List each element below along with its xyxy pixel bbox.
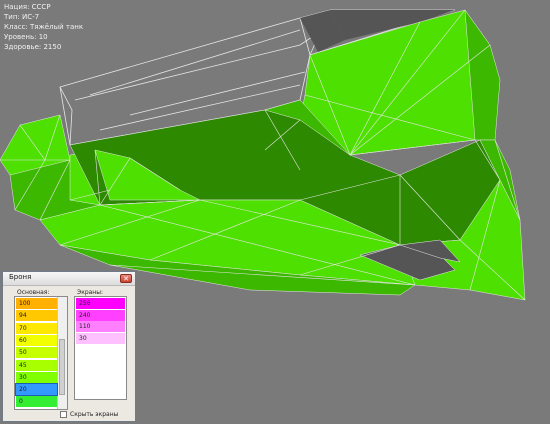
hide-screens-label: Скрыть экраны xyxy=(70,411,119,418)
base-armor-list[interactable]: 100 94 70 60 50 45 30 20 0 xyxy=(14,296,68,410)
base-armor-item[interactable]: 45 xyxy=(16,359,57,371)
base-list-scroll-thumb[interactable] xyxy=(59,339,65,395)
level-text: Уровень: 10 xyxy=(4,33,48,41)
screens-armor-label: Экраны: xyxy=(77,289,103,296)
health-text: Здоровье: 2150 xyxy=(4,43,62,51)
screen-armor-item[interactable]: 256 xyxy=(76,298,125,309)
base-armor-item[interactable]: 50 xyxy=(16,347,57,359)
close-button[interactable]: ✕ xyxy=(120,274,132,283)
base-armor-item[interactable]: 94 xyxy=(16,310,57,322)
armor-window-title: Броня xyxy=(9,273,32,281)
close-icon: ✕ xyxy=(123,275,129,283)
base-list-scrollbar[interactable] xyxy=(57,297,67,409)
screen-armor-item[interactable]: 240 xyxy=(76,309,125,321)
screen-armor-item[interactable]: 30 xyxy=(76,332,125,344)
armor-window: Броня ✕ Основная: Экраны: 100 94 70 60 50 45 3… xyxy=(2,271,136,422)
base-armor-item[interactable]: 70 xyxy=(16,322,57,334)
base-armor-item[interactable]: 60 xyxy=(16,334,57,346)
screens-armor-list[interactable]: 256 240 110 30 xyxy=(74,296,127,400)
base-armor-item[interactable]: 0 xyxy=(16,396,57,408)
tank-info-overlay: Нация: СССР Тип: ИС-7 Класс: Тяжёлый тан… xyxy=(4,2,83,52)
hide-screens-row[interactable]: Скрыть экраны xyxy=(60,411,118,421)
screen-armor-item[interactable]: 110 xyxy=(76,321,125,332)
nation-text: Нация: СССР xyxy=(4,3,51,11)
base-armor-item[interactable]: 100 xyxy=(16,298,57,309)
armor-window-titlebar[interactable]: Броня ✕ xyxy=(3,272,135,286)
base-armor-item[interactable]: 30 xyxy=(16,371,57,383)
base-armor-item[interactable]: 20 xyxy=(15,383,58,397)
base-armor-label: Основная: xyxy=(17,289,50,296)
class-text: Класс: Тяжёлый танк xyxy=(4,23,84,31)
hide-screens-checkbox[interactable] xyxy=(60,411,67,418)
type-text: Тип: ИС-7 xyxy=(4,13,40,21)
